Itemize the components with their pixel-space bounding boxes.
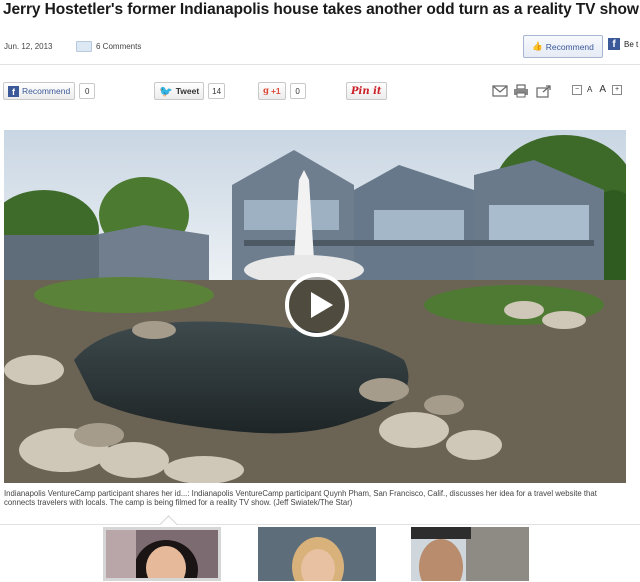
gplus-label: +1 <box>270 86 281 96</box>
tweet-button[interactable]: 🐦 Tweet <box>154 82 205 100</box>
tweet-label: Tweet <box>175 86 200 96</box>
comment-icon <box>76 41 92 52</box>
font-size-controls: − A A + <box>572 84 627 95</box>
font-increase-button[interactable]: + <box>612 84 623 95</box>
article-headline: Jerry Hostetler's former Indianapolis ho… <box>3 1 640 18</box>
facebook-share[interactable]: f Recommend 0 <box>3 82 96 100</box>
thumbnail-image <box>411 527 529 581</box>
video-thumbnail-3[interactable] <box>411 527 529 581</box>
thumbnail-image <box>106 530 218 578</box>
facebook-be-first[interactable]: f Be t <box>608 38 638 50</box>
video-thumbnail-2[interactable] <box>258 527 376 581</box>
tweet-count: 14 <box>208 83 226 99</box>
pinterest-share[interactable]: Pin it <box>346 82 387 100</box>
header-divider <box>0 64 640 65</box>
thumbnail-image <box>258 527 376 581</box>
pin-it-button[interactable]: Pin it <box>346 82 387 100</box>
photo-caption: Indianapolis VentureCamp participant sha… <box>4 489 597 507</box>
gplus-count: 0 <box>289 83 306 99</box>
facebook-count: 0 <box>79 83 96 99</box>
print-icon[interactable] <box>513 84 529 98</box>
comments-link[interactable]: 6 Comments <box>76 41 141 52</box>
font-decrease-button[interactable]: − <box>572 84 582 95</box>
publish-date: Jun. 12, 2013 <box>4 42 53 51</box>
facebook-recommend-label: Recommend <box>22 86 71 96</box>
thumbs-up-icon: 👍 <box>532 41 543 51</box>
font-small-button[interactable]: A <box>587 85 592 94</box>
facebook-icon: f <box>608 38 620 50</box>
play-button[interactable] <box>285 273 349 337</box>
gplus-share[interactable]: g +1 0 <box>258 82 306 100</box>
email-icon[interactable] <box>492 84 508 98</box>
twitter-bird-icon: 🐦 <box>159 85 173 98</box>
recommend-button-top[interactable]: 👍 Recommend <box>523 35 603 58</box>
gplus-button[interactable]: g +1 <box>258 82 286 100</box>
font-large-button[interactable]: A <box>599 84 606 95</box>
twitter-share[interactable]: 🐦 Tweet 14 <box>154 82 226 100</box>
facebook-recommend-button[interactable]: f Recommend <box>3 82 76 100</box>
gplus-icon: g <box>263 86 269 96</box>
share-icon[interactable] <box>536 84 552 98</box>
recommend-label: Recommend <box>545 41 594 52</box>
facebook-be-first-text: Be t <box>624 39 639 49</box>
video-thumbnail-1[interactable] <box>103 527 221 581</box>
facebook-icon: f <box>8 85 19 97</box>
comments-count: 6 Comments <box>96 42 142 51</box>
